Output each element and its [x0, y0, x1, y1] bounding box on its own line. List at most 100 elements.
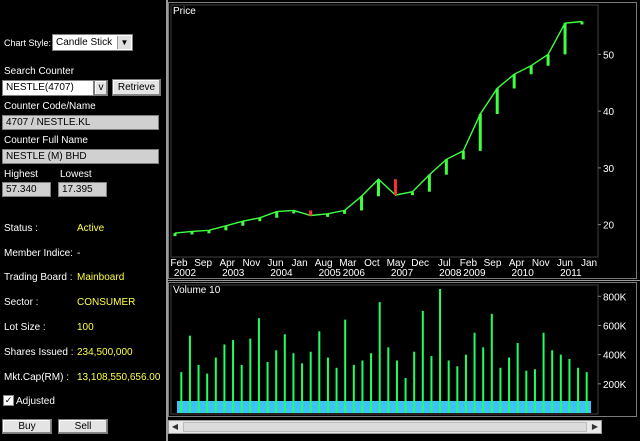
price-y-tick-label: 20 — [603, 221, 615, 232]
trading-board-label: Trading Board : — [4, 272, 73, 283]
price-candle — [377, 179, 380, 197]
volume-chart: Volume 10 200K 400K 600K 800K — [170, 284, 627, 415]
search-dropdown-button[interactable]: v — [94, 80, 108, 96]
volume-bar — [223, 344, 226, 413]
price-x-tick-month: Oct — [364, 258, 380, 269]
volume-series — [177, 289, 591, 413]
volume-bar — [387, 347, 390, 413]
search-counter-label: Search Counter — [4, 66, 75, 77]
volume-bar — [395, 360, 398, 413]
scroll-right-icon[interactable]: ▶ — [589, 421, 601, 433]
volume-bar — [482, 347, 485, 413]
price-x-tick-year: 2005 — [319, 268, 342, 278]
volume-bar — [516, 342, 519, 413]
price-x-tick-month: Sep — [194, 258, 212, 269]
buy-button[interactable]: Buy — [2, 419, 52, 434]
price-candle — [512, 74, 516, 89]
price-candle — [495, 88, 499, 114]
price-candle — [410, 191, 414, 196]
price-x-tick-year: 2004 — [270, 268, 293, 278]
price-candle — [258, 217, 262, 222]
volume-chart-title: Volume 10 — [173, 285, 221, 296]
price-candle — [275, 211, 279, 218]
lowest-label: Lowest — [60, 169, 92, 180]
volume-bar — [275, 350, 278, 413]
price-candle — [478, 113, 482, 151]
price-candle — [190, 231, 194, 235]
adjusted-checkbox[interactable]: ✓ — [3, 395, 14, 406]
volume-bar — [378, 302, 381, 413]
chart-style-select[interactable]: Candle Stick ▼ — [52, 34, 133, 51]
price-x-tick-month: Nov — [532, 258, 550, 269]
price-x-tick-year: 2006 — [343, 268, 366, 278]
volume-bar — [447, 360, 450, 413]
volume-y-tick-label: 600K — [603, 321, 627, 332]
price-chart-panel: Price 20 30 40 50 Feb 2002 Sep Apr 2003 Nov Jun 20… — [168, 2, 637, 279]
price-candle — [580, 21, 584, 25]
sector-label: Sector : — [4, 297, 39, 308]
horizontal-scrollbar[interactable]: ◀ ▶ — [168, 420, 602, 434]
price-candle — [207, 230, 211, 234]
price-candle — [309, 210, 313, 216]
status-label: Status : — [4, 223, 38, 234]
volume-bar — [551, 350, 554, 413]
control-panel: Chart Style: Candle Stick ▼ Search Count… — [0, 0, 166, 441]
volume-bar — [214, 357, 217, 413]
volume-bar — [568, 359, 571, 413]
volume-bar — [370, 353, 373, 413]
retrieve-button[interactable]: Retrieve — [112, 79, 161, 96]
volume-bar — [430, 356, 433, 413]
volume-bar — [188, 335, 191, 413]
price-plot-frame — [170, 4, 599, 258]
volume-bar — [352, 364, 355, 413]
highest-field: 57.340 — [2, 182, 51, 197]
sell-button[interactable]: Sell — [58, 419, 108, 434]
volume-y-tick-label: 800K — [603, 292, 627, 303]
trading-board-value: Mainboard — [77, 272, 125, 283]
volume-bar — [318, 331, 321, 413]
scrollbar-thumb[interactable] — [183, 422, 587, 432]
lot-size-value: 100 — [77, 322, 94, 333]
volume-bar — [197, 364, 200, 413]
sector-value: CONSUMER — [77, 297, 136, 308]
price-candle — [241, 221, 245, 226]
price-x-tick-month: Jan — [581, 258, 597, 269]
volume-y-axis: 200K 400K 600K 800K — [598, 292, 627, 391]
price-x-tick-year: 2011 — [560, 268, 582, 278]
volume-bar — [361, 360, 364, 413]
price-chart: Price 20 30 40 50 Feb2002Sep Apr2003Nov Jun20… — [170, 4, 615, 278]
price-x-tick-year: 2010 — [512, 268, 535, 278]
counter-full-name-label: Counter Full Name — [4, 135, 88, 146]
price-candle — [529, 65, 533, 75]
price-candle — [360, 196, 364, 211]
adjusted-label: Adjusted — [16, 396, 55, 407]
member-indice-label: Member Indice: — [4, 248, 73, 259]
volume-bar — [206, 373, 209, 413]
volume-bar — [533, 369, 536, 413]
price-candle — [461, 150, 465, 160]
price-chart-title: Price — [173, 6, 196, 17]
shares-issued-label: Shares Issued : — [4, 347, 74, 358]
price-x-tick-year: 2003 — [222, 268, 245, 278]
chevron-down-icon[interactable]: ▼ — [117, 36, 131, 49]
price-y-axis: 20 30 40 50 — [598, 50, 615, 232]
market-cap-label: Mkt.Cap(RM) : — [4, 372, 69, 383]
status-value: Active — [77, 223, 105, 234]
price-candle — [224, 225, 228, 231]
volume-bar — [292, 353, 295, 413]
volume-bar — [473, 332, 476, 413]
volume-bar — [464, 354, 467, 413]
price-y-tick-label: 30 — [603, 164, 615, 175]
price-y-tick-label: 50 — [603, 50, 615, 61]
scroll-left-icon[interactable]: ◀ — [169, 421, 181, 433]
price-series — [173, 20, 584, 237]
volume-bar — [577, 367, 580, 413]
volume-bar — [439, 289, 442, 413]
search-input[interactable]: NESTLE(4707) — [2, 80, 94, 96]
volume-bar — [456, 366, 459, 413]
volume-base-band — [177, 401, 591, 413]
price-candle — [343, 210, 347, 214]
volume-chart-panel: Volume 10 200K 400K 600K 800K — [168, 282, 637, 417]
price-x-tick-month: Jan — [292, 258, 308, 269]
price-x-tick-month: Nov — [242, 258, 260, 269]
